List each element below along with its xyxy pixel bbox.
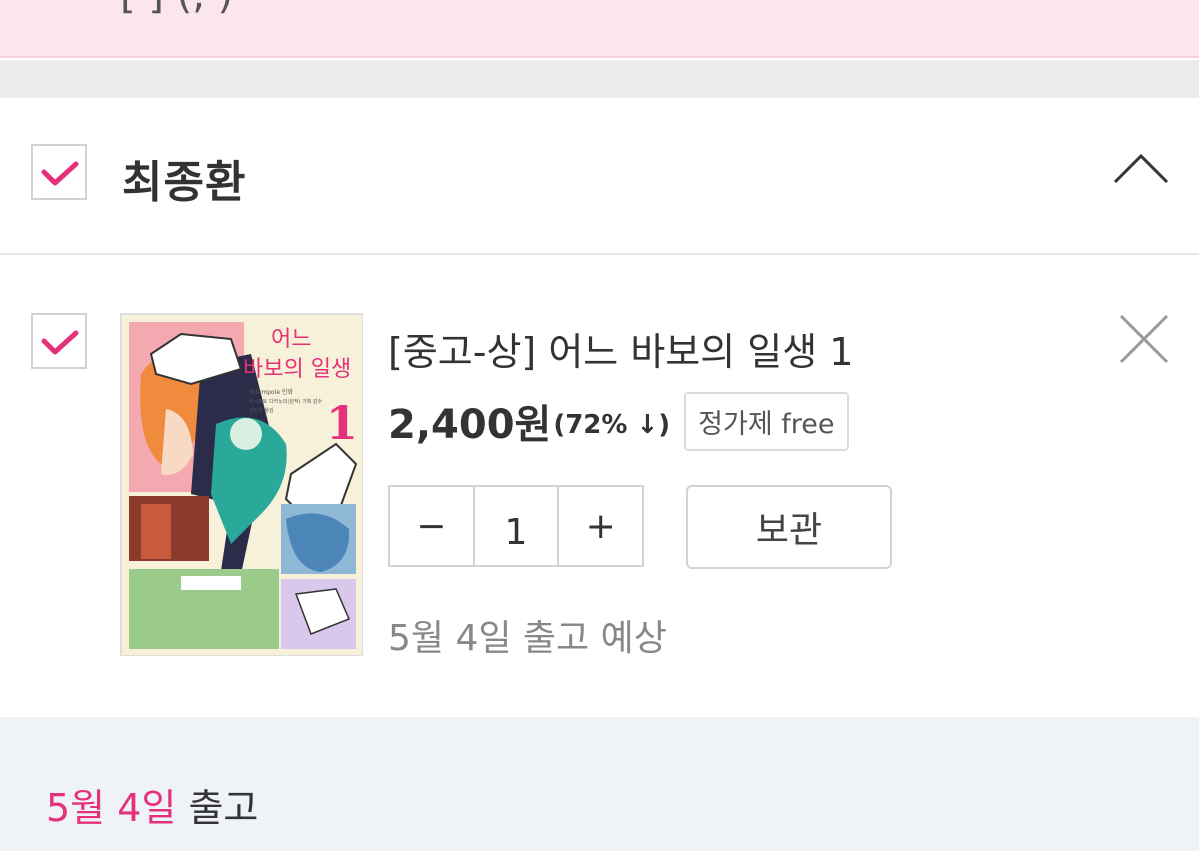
item-price: 2,400원 <box>388 402 552 448</box>
quantity-value[interactable]: 1 <box>472 487 558 565</box>
save-for-later-button[interactable]: 보관 <box>686 485 892 569</box>
item-title[interactable]: [중고-상] 어느 바보의 일생 1 <box>388 321 853 376</box>
seller-group-header: 최종환 <box>0 98 1199 255</box>
shipping-estimate: 5월 4일 출고 예상 <box>388 618 667 659</box>
item-checkbox[interactable] <box>31 313 87 369</box>
close-icon[interactable] <box>1118 313 1170 365</box>
seller-name: 최종환 <box>122 157 247 208</box>
book-cover-image[interactable]: 어느 바보의 일생 1 Totempole 만화 와시토토 다카노리(원작) 기… <box>120 313 363 656</box>
cart-item: 어느 바보의 일생 1 Totempole 만화 와시토토 다카노리(원작) 기… <box>0 257 1199 717</box>
seller-checkbox[interactable] <box>31 144 87 200</box>
cart-page: [ ] (, ) 최종환 <box>0 0 1199 851</box>
decrease-button[interactable]: − <box>390 487 473 565</box>
banner-text: [ ] (, ) <box>120 0 233 18</box>
cover-credits: 와시토토 다카노리(원작) 기획 감수 <box>249 398 322 405</box>
shipping-summary: 5월 4일 출고 <box>0 717 1199 851</box>
cover-author: Totempole 만화 <box>248 388 293 396</box>
cover-volume: 1 <box>326 396 358 450</box>
cover-title-line1: 어느 <box>271 327 311 352</box>
checkmark-icon <box>41 161 79 186</box>
shipping-summary-text: 5월 4일 출고 <box>46 777 258 832</box>
checkmark-icon <box>41 330 79 355</box>
section-divider <box>0 60 1199 98</box>
fixed-price-badge: 정가제 free <box>684 391 849 451</box>
cover-title-line2: 바보의 일생 <box>243 357 351 382</box>
price-line: 2,400원 (72% ↓) 정가제 free <box>388 391 849 451</box>
cover-translator: 김민아 옮김 <box>249 407 274 414</box>
book-cover-art: 어느 바보의 일생 1 Totempole 만화 와시토토 다카노리(원작) 기… <box>121 314 362 655</box>
quantity-stepper: − 1 + <box>388 485 644 567</box>
discount-rate: (72% ↓) <box>553 410 671 440</box>
chevron-up-icon[interactable] <box>1112 150 1170 184</box>
promo-banner: [ ] (, ) <box>0 0 1199 58</box>
increase-button[interactable]: + <box>557 487 642 565</box>
shipping-suffix: 출고 <box>176 786 259 830</box>
shipping-date: 5월 4일 <box>46 786 177 830</box>
